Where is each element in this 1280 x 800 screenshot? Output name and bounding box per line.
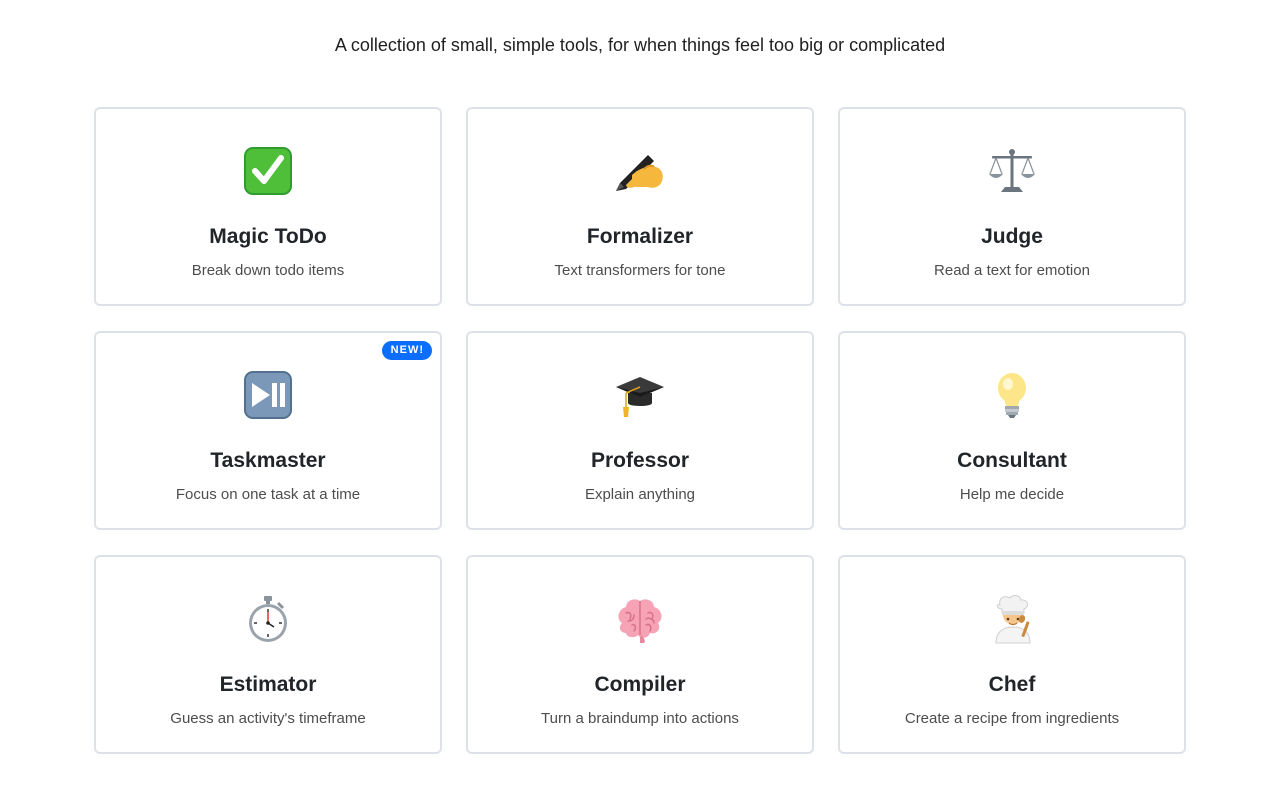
tool-title: Compiler (594, 673, 686, 696)
check-mark-button-icon (96, 143, 440, 199)
tool-title: Estimator (219, 673, 317, 696)
tool-card-taskmaster[interactable]: NEW! Taskmaster Focus on one task at a t… (94, 331, 442, 530)
tool-card-chef[interactable]: Chef Create a recipe from ingredients (838, 555, 1186, 754)
writing-hand-icon (468, 143, 812, 199)
graduation-cap-icon (468, 367, 812, 423)
light-bulb-icon (840, 367, 1184, 423)
tool-title: Judge (981, 225, 1043, 248)
tool-description: Turn a braindump into actions (541, 710, 739, 727)
cook-icon (840, 591, 1184, 647)
tool-description: Create a recipe from ingredients (904, 710, 1120, 727)
stopwatch-icon (96, 591, 440, 647)
tool-description: Help me decide (959, 486, 1065, 503)
page-tagline: A collection of small, simple tools, for… (334, 35, 946, 55)
play-pause-button-icon (96, 367, 440, 423)
brain-icon (468, 591, 812, 647)
balance-scale-icon (840, 143, 1184, 199)
tool-card-consultant[interactable]: Consultant Help me decide (838, 331, 1186, 530)
tool-card-estimator[interactable]: Estimator Guess an activity's timeframe (94, 555, 442, 754)
tool-description: Text transformers for tone (554, 262, 726, 279)
tool-title: Consultant (957, 449, 1067, 472)
tool-card-compiler[interactable]: Compiler Turn a braindump into actions (466, 555, 814, 754)
tool-description: Read a text for emotion (934, 262, 1090, 279)
new-badge: NEW! (381, 341, 432, 360)
tool-card-magic-todo[interactable]: Magic ToDo Break down todo items (94, 107, 442, 306)
tool-title: Magic ToDo (209, 225, 327, 248)
tool-title: Professor (590, 449, 690, 472)
tool-description: Guess an activity's timeframe (170, 710, 366, 727)
tool-card-judge[interactable]: Judge Read a text for emotion (838, 107, 1186, 306)
tool-title: Taskmaster (210, 449, 326, 472)
tool-description: Explain anything (584, 486, 696, 503)
tool-description: Focus on one task at a time (175, 486, 361, 503)
tool-card-formalizer[interactable]: Formalizer Text transformers for tone (466, 107, 814, 306)
tools-grid: Magic ToDo Break down todo items Formali… (94, 107, 1186, 754)
tool-title: Chef (988, 673, 1036, 696)
tool-title: Formalizer (586, 225, 694, 248)
tool-description: Break down todo items (191, 262, 345, 279)
tool-card-professor[interactable]: Professor Explain anything (466, 331, 814, 530)
